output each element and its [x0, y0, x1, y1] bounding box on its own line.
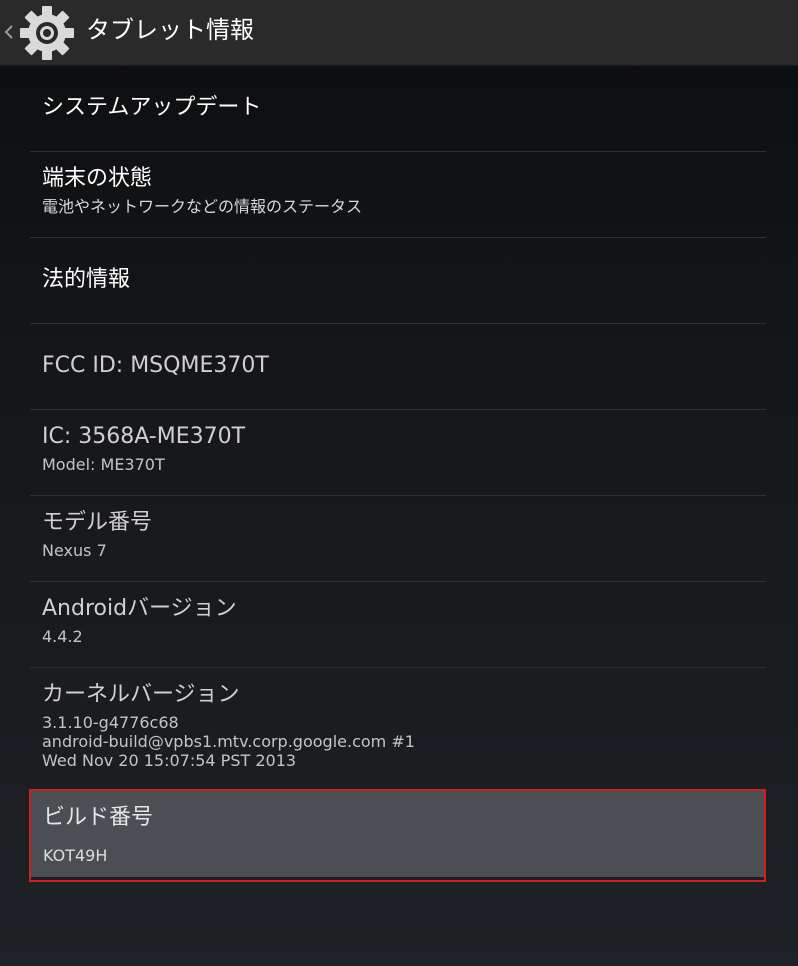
item-summary: KOT49H	[43, 846, 108, 865]
page-title: タブレット情報	[86, 16, 254, 44]
item-summary: 電池やネットワークなどの情報のステータス	[42, 197, 363, 216]
list-item-fcc-id: FCC ID: MSQME370T	[30, 324, 766, 410]
list-item-model-number: モデル番号 Nexus 7	[30, 496, 766, 582]
item-title: Androidバージョン	[42, 596, 237, 621]
list-item-system-update[interactable]: システムアップデート	[30, 66, 766, 152]
item-title: モデル番号	[42, 510, 153, 535]
list-item-android-version[interactable]: Androidバージョン 4.4.2	[30, 582, 766, 668]
item-title: 端末の状態	[42, 166, 153, 191]
chevron-left-icon[interactable]	[2, 18, 16, 46]
item-title: FCC ID: MSQME370T	[42, 353, 269, 378]
list-item-ic: IC: 3568A-ME370T Model: ME370T	[30, 410, 766, 496]
gear-icon[interactable]	[18, 4, 76, 62]
kernel-build-host-line: android-build@vpbs1.mtv.corp.google.com …	[42, 732, 415, 751]
kernel-build-date-line: Wed Nov 20 15:07:54 PST 2013	[42, 751, 297, 770]
settings-list: システムアップデート 端末の状態 電池やネットワークなどの情報のステータス 法的…	[30, 66, 766, 789]
item-summary: Model: ME370T	[42, 455, 165, 474]
kernel-version-line: 3.1.10-g4776c68	[42, 713, 179, 732]
action-bar: タブレット情報	[0, 0, 798, 66]
item-summary: Nexus 7	[42, 541, 107, 560]
item-summary: 3.1.10-g4776c68 android-build@vpbs1.mtv.…	[42, 713, 415, 770]
item-summary: 4.4.2	[42, 627, 83, 646]
item-title: ビルド番号	[43, 805, 154, 830]
item-title: システムアップデート	[42, 95, 262, 120]
item-title: 法的情報	[42, 267, 131, 292]
list-item-kernel-version: カーネルバージョン 3.1.10-g4776c68 android-build@…	[30, 668, 766, 789]
item-title: カーネルバージョン	[42, 682, 240, 707]
list-item-legal-info[interactable]: 法的情報	[30, 238, 766, 324]
item-title: IC: 3568A-ME370T	[42, 424, 246, 449]
list-item-status[interactable]: 端末の状態 電池やネットワークなどの情報のステータス	[30, 152, 766, 238]
